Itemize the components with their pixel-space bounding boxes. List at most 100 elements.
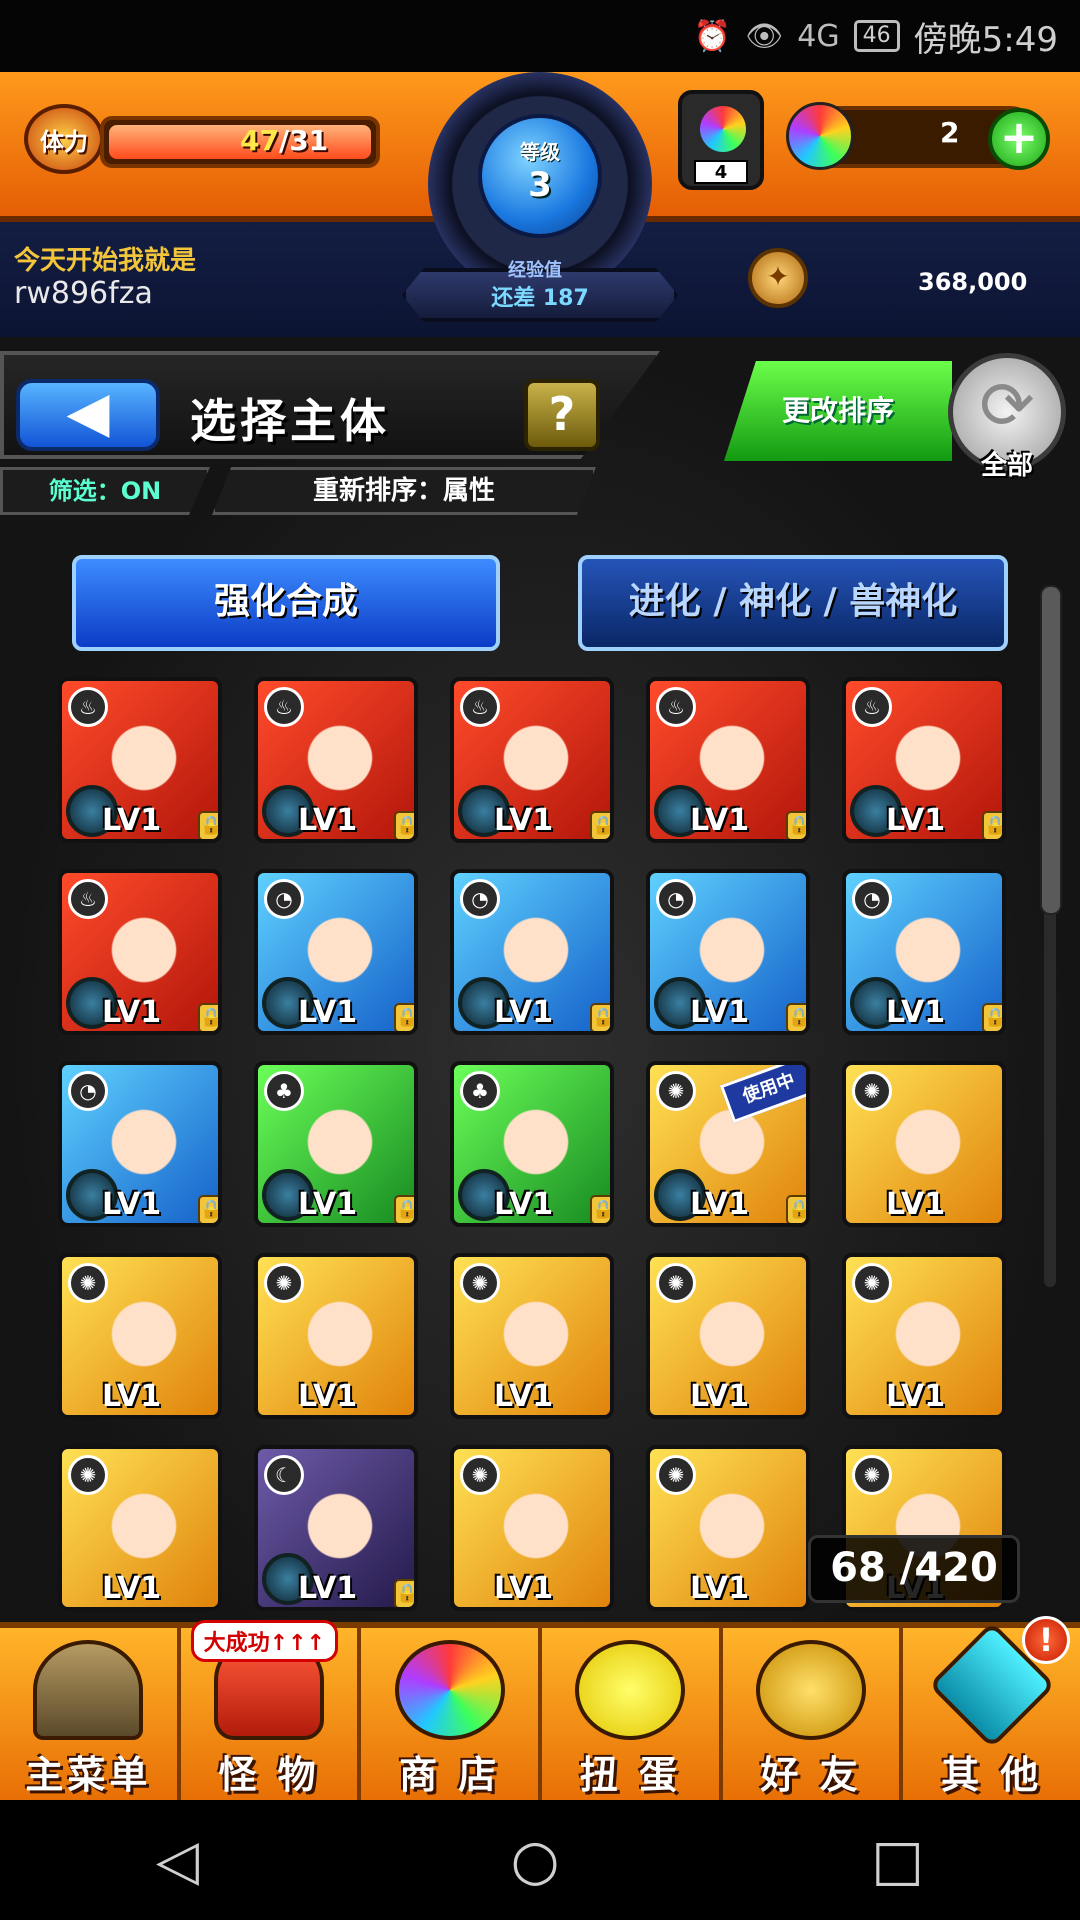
all-filter-label: 全部 (980, 451, 1033, 481)
monster-card[interactable]: ☾ LV1 🔒 (254, 1445, 418, 1611)
monster-card[interactable]: ◔ LV1 🔒 (842, 869, 1006, 1035)
dark-attribute-icon: ☾ (264, 1455, 304, 1495)
menu-item-1[interactable]: 怪 物 大成功↑↑↑ (181, 1620, 362, 1800)
change-sort-button[interactable]: 更改排序 (724, 361, 952, 461)
monster-level: LV1 (690, 803, 750, 838)
monster-card[interactable]: ♨ LV1 🔒 (58, 869, 222, 1035)
monster-card[interactable]: ✺ LV1 (842, 1061, 1006, 1227)
monster-card[interactable]: ✺ LV1 (450, 1253, 614, 1419)
monster-level: LV1 (102, 1187, 162, 1222)
scroll-thumb[interactable] (1040, 585, 1062, 915)
menu-item-3[interactable]: 扭 蛋 (542, 1628, 723, 1800)
lock-icon: 🔒 (590, 1195, 610, 1223)
tab-evolve[interactable]: 进化 / 神化 / 兽神化 (578, 555, 1008, 651)
monster-card[interactable]: ♣ LV1 🔒 (450, 1061, 614, 1227)
lock-icon: 🔒 (786, 1195, 806, 1223)
menu-item-2[interactable]: 商 店 (361, 1628, 543, 1800)
monster-card[interactable]: ✺ LV1 (450, 1445, 614, 1611)
monster-box-panel: ◀ 选择主体 ? 筛选：ON 重新排序：属性 更改排序 ⟳ 全部 强化合成 进化… (0, 337, 1080, 1622)
monster-card[interactable]: ♨ LV1 🔒 (842, 677, 1006, 843)
monster-level: LV1 (494, 1187, 554, 1222)
monster-card[interactable]: ♨ LV1 🔒 (254, 677, 418, 843)
fire-attribute-icon: ♨ (68, 879, 108, 919)
monster-card[interactable]: ◔ LV1 🔒 (254, 869, 418, 1035)
monster-card[interactable]: ♣ LV1 🔒 (254, 1061, 418, 1227)
light-attribute-icon: ✺ (852, 1263, 892, 1303)
monster-card[interactable]: ◔ LV1 🔒 (450, 869, 614, 1035)
lock-icon: 🔒 (786, 1003, 806, 1031)
monster-portrait (676, 1289, 788, 1389)
monster-card[interactable]: ✺ LV1 🔒 使用中 (646, 1061, 810, 1227)
monster-portrait (480, 1481, 592, 1581)
monster-card[interactable]: ✺ LV1 (842, 1253, 1006, 1419)
monster-card[interactable]: ✺ LV1 (254, 1253, 418, 1419)
monster-card[interactable]: ✺ LV1 (58, 1253, 222, 1419)
lock-icon: 🔒 (394, 811, 414, 839)
monster-portrait (872, 1097, 984, 1197)
box-count: 68 /420 (808, 1535, 1020, 1603)
system-navbar: ◁ ○ □ (0, 1800, 1080, 1920)
monster-portrait (88, 1481, 200, 1581)
light-attribute-icon: ✺ (68, 1263, 108, 1303)
monster-portrait (872, 1289, 984, 1389)
monster-card[interactable]: ◔ LV1 🔒 (646, 869, 810, 1035)
water-attribute-icon: ◔ (264, 879, 304, 919)
monster-card[interactable]: ♨ LV1 🔒 (58, 677, 222, 843)
monster-portrait (284, 1289, 396, 1389)
light-attribute-icon: ✺ (656, 1455, 696, 1495)
monster-level: LV1 (298, 1571, 358, 1606)
monster-level: LV1 (886, 1379, 946, 1414)
coin-count: 368,000 (918, 268, 1028, 296)
light-attribute-icon: ✺ (264, 1263, 304, 1303)
level-orb[interactable]: 等级 3 (478, 114, 602, 238)
lock-icon: 🔒 (394, 1003, 414, 1031)
monster-level: LV1 (102, 1379, 162, 1414)
lock-icon: 🔒 (590, 811, 610, 839)
fire-attribute-icon: ♨ (264, 687, 304, 727)
home-gate-icon (33, 1640, 144, 1740)
menu-label: 其 他 (941, 1753, 1043, 1797)
fire-attribute-icon: ♨ (460, 687, 500, 727)
monster-card[interactable]: ♨ LV1 🔒 (646, 677, 810, 843)
level-label: 等级 (520, 140, 560, 164)
battery-indicator: 46 (853, 20, 900, 52)
lock-icon: 🔒 (394, 1579, 414, 1607)
help-button[interactable]: ? (524, 379, 600, 451)
player-username: rw896fza (14, 276, 153, 311)
monster-level: LV1 (886, 995, 946, 1030)
menu-label: 商 店 (399, 1753, 501, 1797)
alert-badge-icon: ! (1022, 1616, 1071, 1664)
monster-level: LV1 (298, 995, 358, 1030)
nav-recents-icon[interactable]: □ (871, 1828, 924, 1893)
menu-item-0[interactable]: 主菜单 (0, 1628, 181, 1800)
monster-card[interactable]: ♨ LV1 🔒 (450, 677, 614, 843)
filter-toggle[interactable]: 筛选：ON (0, 467, 210, 515)
nav-home-icon[interactable]: ○ (511, 1828, 560, 1893)
add-gem-button[interactable]: + (988, 108, 1050, 170)
status-time: 傍晚5:49 (913, 19, 1058, 60)
light-attribute-icon: ✺ (852, 1071, 892, 1111)
menu-item-5[interactable]: 其 他! (903, 1616, 1080, 1800)
orb-stock[interactable]: 4 (678, 90, 764, 190)
light-attribute-icon: ✺ (460, 1455, 500, 1495)
page-title: 选择主体 (190, 394, 390, 448)
lock-icon: 🔒 (982, 811, 1002, 839)
tab-enhance[interactable]: 强化合成 (72, 555, 500, 651)
monster-card[interactable]: ◔ LV1 🔒 (58, 1061, 222, 1227)
monster-card[interactable]: ✺ LV1 (58, 1445, 222, 1611)
back-button[interactable]: ◀ (16, 379, 160, 451)
nav-back-icon[interactable]: ◁ (156, 1828, 199, 1893)
monster-card[interactable]: ✺ LV1 (646, 1253, 810, 1419)
light-attribute-icon: ✺ (460, 1263, 500, 1303)
monster-card[interactable]: ✺ LV1 (646, 1445, 810, 1611)
monster-level: LV1 (298, 803, 358, 838)
monster-level: LV1 (494, 995, 554, 1030)
monster-level: LV1 (102, 1571, 162, 1606)
monster-portrait (88, 1289, 200, 1389)
menu-item-4[interactable]: 好 友 (723, 1628, 904, 1800)
menu-label: 怪 物 (218, 1753, 320, 1797)
light-attribute-icon: ✺ (656, 1071, 696, 1111)
lock-icon: 🔒 (786, 811, 806, 839)
rainbow-gem-icon (786, 102, 854, 170)
fire-attribute-icon: ♨ (656, 687, 696, 727)
